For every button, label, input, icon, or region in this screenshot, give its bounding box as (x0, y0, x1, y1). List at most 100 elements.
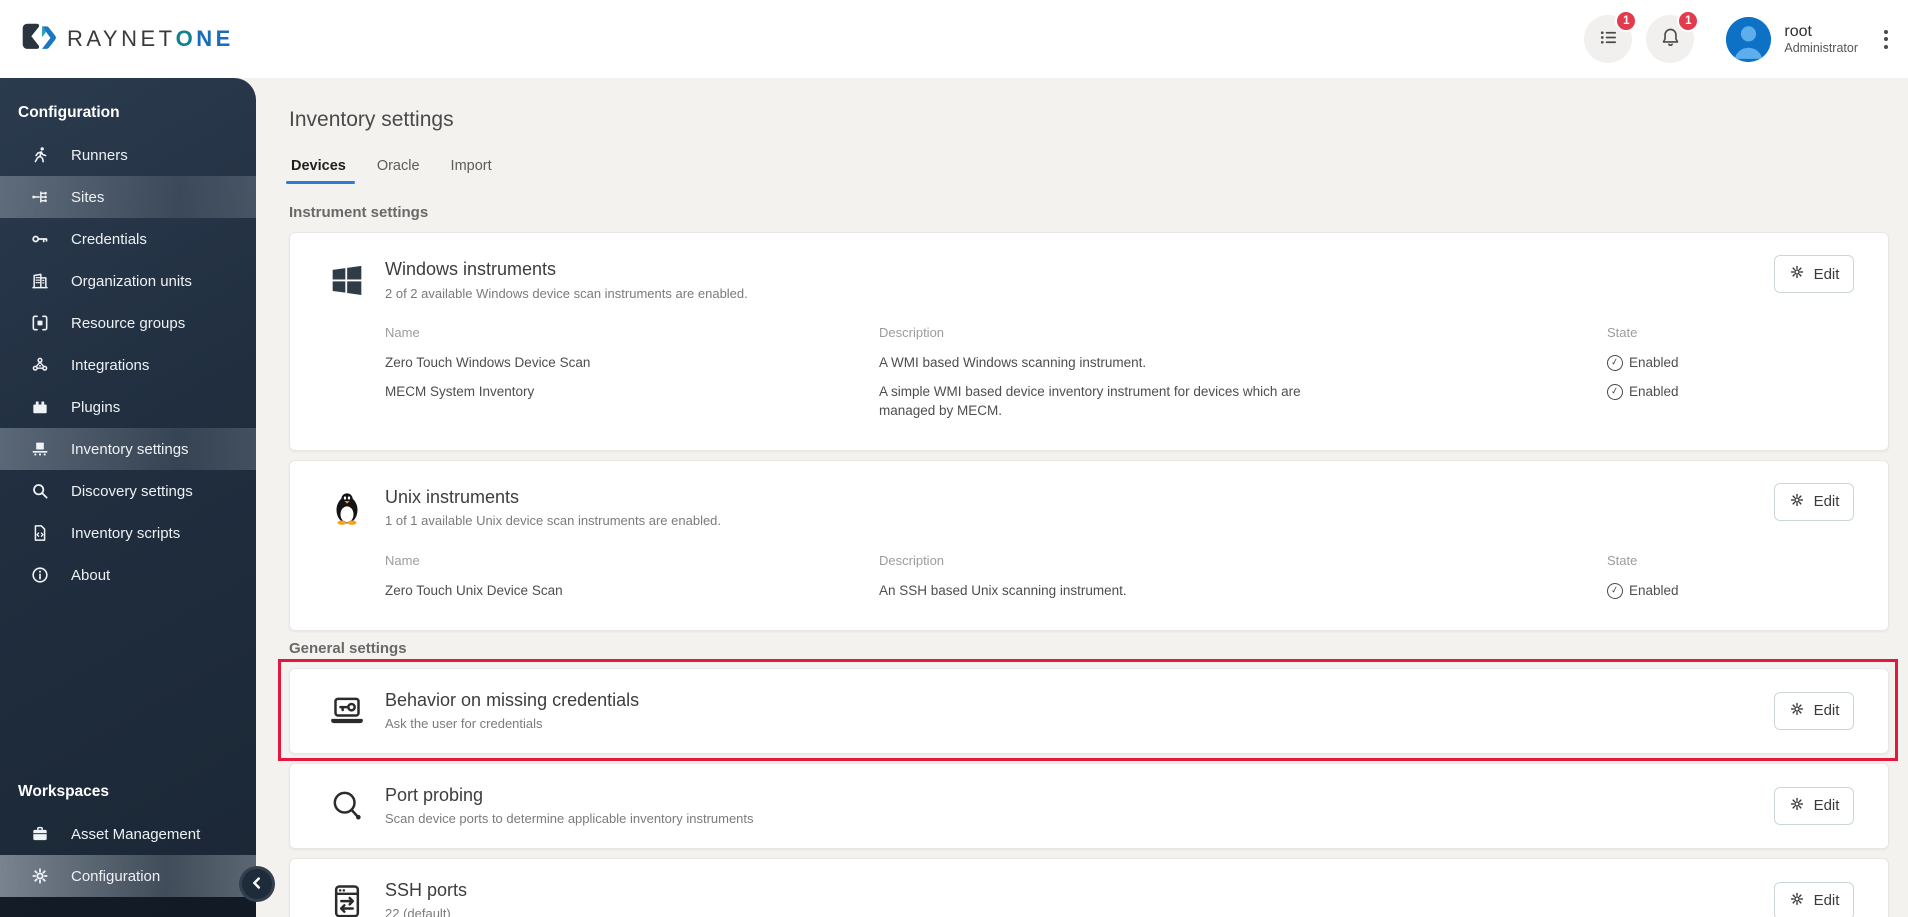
instrument-table: Name Description State Zero Touch Unix Devi… (385, 553, 1854, 606)
card-subtitle: Scan device ports to determine applicabl… (385, 811, 754, 827)
tab-devices[interactable]: Devices (286, 153, 355, 184)
gear-icon (1789, 492, 1805, 512)
sidebar-item-credentials[interactable]: Credentials (0, 218, 256, 260)
check-circle-icon: ✓ (1605, 581, 1625, 600)
sidebar-item-label: Configuration (71, 867, 161, 885)
edit-button-windows-instruments[interactable]: Edit (1774, 255, 1854, 293)
magnifier-icon (326, 785, 368, 827)
sidebar-item-asset-management[interactable]: Asset Management (0, 813, 256, 855)
sidebar-item-discovery-settings[interactable]: Discovery settings (0, 470, 256, 512)
card-titles: Behavior on missing credentials Ask the u… (385, 690, 639, 732)
sidebar-item-configuration[interactable]: Configuration (0, 855, 256, 897)
user-menu[interactable]: root Administrator (1726, 16, 1858, 62)
card-subtitle: Ask the user for credentials (385, 716, 543, 732)
raynetone-logo-icon (22, 23, 56, 49)
sidebar-item-inventory-scripts[interactable]: Inventory scripts (0, 512, 256, 554)
card-wrap-port-probing: Port probing Scan device ports to determi… (289, 762, 1889, 849)
gear-icon (1789, 891, 1805, 911)
sidebar-item-about[interactable]: About (0, 554, 256, 596)
gear-icon (1789, 264, 1805, 284)
check-circle-icon: ✓ (1605, 382, 1625, 402)
user-role: Administrator (1784, 41, 1858, 56)
sidebar: Configuration Runners Sites Credentials Orga… (0, 78, 256, 917)
gear-icon (1789, 701, 1805, 721)
table-cell-description: A WMI based Windows scanning instrument. (879, 355, 1147, 370)
sidebar-item-inventory-settings[interactable]: Inventory settings (0, 428, 256, 470)
card-wrap-windows-instruments: Windows instruments 2 of 2 available Wind… (289, 232, 1889, 451)
tab-import[interactable]: Import (449, 153, 494, 184)
linux-icon (326, 487, 368, 529)
sidebar-collapse-button[interactable] (239, 866, 275, 902)
sidebar-item-organization-units[interactable]: Organization units (0, 260, 256, 302)
card-subtitle: 22 (default) (385, 906, 451, 917)
sidebar-item-label: Integrations (71, 356, 150, 374)
sidebar-section-label-workspaces: Workspaces (18, 783, 110, 800)
avatar (1726, 16, 1772, 62)
card-head: Unix instruments 1 of 1 available Unix de… (326, 487, 1854, 529)
tab-oracle[interactable]: Oracle (375, 153, 422, 184)
sidebar-item-runners[interactable]: Runners (0, 134, 256, 176)
edit-button-label: Edit (1813, 892, 1840, 910)
chevron-left-icon (249, 875, 265, 894)
briefcase-icon (30, 824, 50, 844)
sidebar-item-resource-groups[interactable]: Resource groups (0, 302, 256, 344)
task-queue-button[interactable]: 1 (1584, 10, 1638, 63)
runner-icon (30, 145, 50, 165)
user-name: root (1784, 22, 1812, 40)
card-titles: SSH ports 22 (default) (385, 880, 467, 917)
resource-group-icon (30, 313, 50, 333)
script-icon (30, 523, 50, 543)
windows-icon (326, 259, 368, 301)
card-title: Windows instruments (385, 259, 557, 279)
table-header-state: State (1607, 325, 1638, 340)
edit-button-label: Edit (1813, 702, 1840, 720)
plugin-icon (30, 397, 50, 417)
card-behavior-on-missing-credentials: Behavior on missing credentials Ask the u… (289, 667, 1889, 754)
sidebar-item-label: About (71, 566, 111, 584)
ssh-icon (326, 880, 368, 917)
notifications-button[interactable]: 1 (1646, 10, 1700, 63)
sidebar-item-label: Runners (71, 146, 128, 164)
card-head: Port probing Scan device ports to determi… (326, 785, 1854, 827)
card-head: Behavior on missing credentials Ask the u… (326, 690, 1854, 732)
table-cell-description: An SSH based Unix scanning instrument. (879, 582, 1127, 598)
edit-button-behavior-on-missing-credentials[interactable]: Edit (1774, 691, 1854, 730)
card-wrap-ssh-ports: SSH ports 22 (default) Edit (289, 857, 1889, 917)
card-windows-instruments: Windows instruments 2 of 2 available Wind… (289, 232, 1889, 451)
card-title: SSH ports (385, 879, 468, 900)
section-heading-general-settings: General settings (289, 639, 407, 657)
sidebar-item-sites[interactable]: Sites (0, 176, 256, 218)
raynetone-logo[interactable]: RAYNETONE (20, 21, 234, 57)
inventory-icon (30, 439, 50, 459)
edit-button-ssh-ports[interactable]: Edit (1774, 881, 1854, 917)
sidebar-item-integrations[interactable]: Integrations (0, 344, 256, 386)
table-cell-state: ✓ Enabled (1605, 378, 1854, 426)
page-title: Inventory settings (289, 108, 454, 131)
state-value: Enabled (1629, 582, 1679, 598)
sidebar-item-label: Inventory scripts (71, 524, 181, 542)
notifications-badge: 1 (1677, 10, 1700, 32)
table-cell-name: Zero Touch Windows Device Scan (385, 355, 591, 370)
table-cell-description: A simple WMI based device inventory inst… (879, 383, 1301, 418)
card-title: Behavior on missing credentials (385, 689, 640, 710)
sidebar-item-plugins[interactable]: Plugins (0, 386, 256, 428)
sidebar-item-label: Asset Management (71, 825, 201, 843)
card-head: SSH ports 22 (default) (326, 880, 1854, 917)
table-cell-state: ✓ Enabled (1605, 349, 1854, 378)
edit-button-label: Edit (1813, 797, 1840, 815)
card-subtitle: 1 of 1 available Unix device scan instru… (385, 513, 722, 529)
edit-button-unix-instruments[interactable]: Edit (1774, 482, 1854, 521)
more-options-button[interactable] (1878, 22, 1894, 57)
gear-icon (1789, 796, 1805, 816)
edit-button-port-probing[interactable]: Edit (1774, 786, 1854, 825)
topbar: RAYNETONE 1 1 root Administrator (0, 0, 1908, 78)
integrations-icon (30, 355, 50, 375)
sidebar-item-label: Sites (71, 188, 105, 206)
edit-button-label: Edit (1813, 493, 1840, 511)
edit-button-label: Edit (1813, 265, 1840, 283)
card-titles: Windows instruments 2 of 2 available Wind… (385, 259, 748, 301)
table-header-description: Description (879, 552, 945, 568)
table-header-name: Name (385, 325, 420, 340)
sidebar-bottom-strip (0, 897, 256, 917)
